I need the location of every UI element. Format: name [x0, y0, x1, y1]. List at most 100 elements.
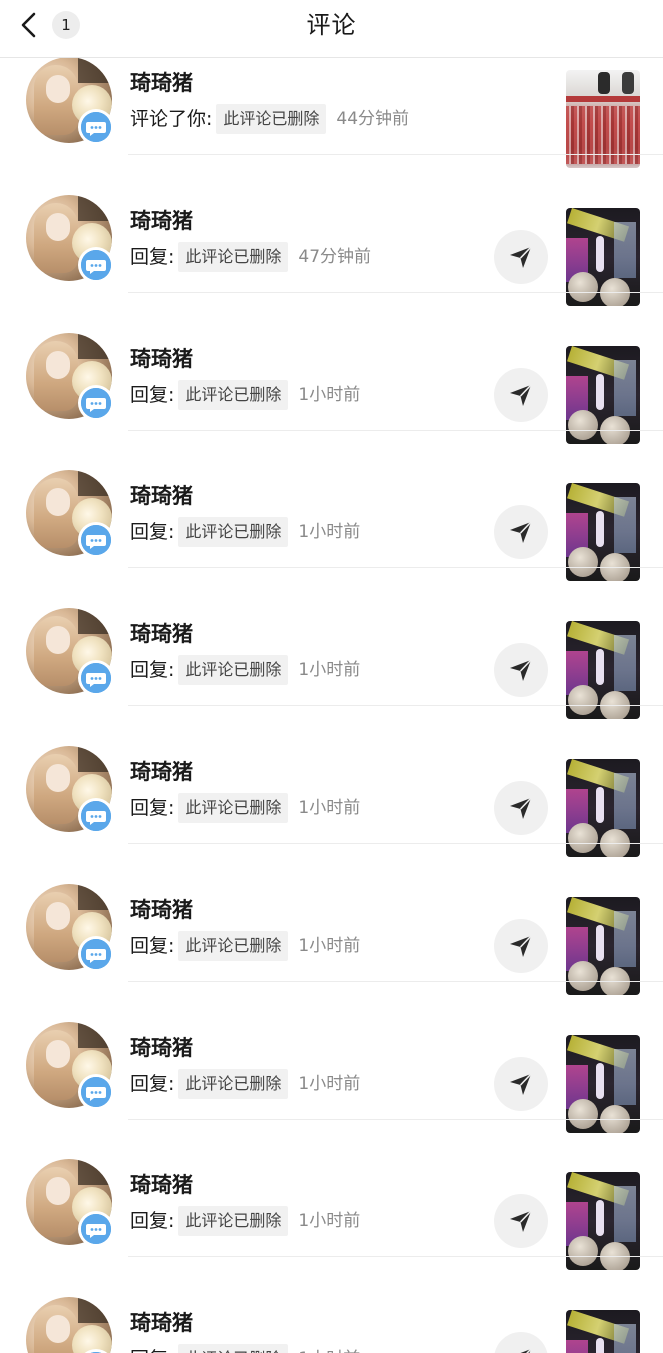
deleted-comment-tag: 此评论已删除: [178, 793, 289, 823]
timestamp: 1小时前: [298, 1073, 361, 1094]
notification-row[interactable]: 琦琦猪回复:此评论已删除 1小时前: [0, 706, 663, 857]
notification-row[interactable]: 琦琦猪回复: 此评论已删除 1小时前: [0, 1257, 663, 1353]
comment-bubble-icon: [81, 938, 111, 969]
action-prefix: 回复:: [130, 1344, 174, 1353]
share-button[interactable]: [494, 918, 548, 973]
comment-bubble-icon: [81, 387, 111, 418]
deleted-comment-tag: 此评论已删除: [178, 1344, 289, 1353]
action-prefix: 回复:: [130, 659, 175, 682]
comment-badge: [78, 109, 114, 145]
top-bar: 1 评论: [0, 0, 663, 58]
share-button[interactable]: [494, 643, 548, 698]
action-prefix: 回复:: [130, 1072, 175, 1095]
timestamp: 1小时前: [298, 935, 361, 956]
share-button[interactable]: [494, 229, 548, 284]
notification-row[interactable]: 琦琦猪回复:此评论已删除 1小时前: [0, 293, 663, 444]
comment-bubble-icon: [81, 801, 111, 831]
share-button[interactable]: [494, 367, 548, 422]
comment-line: 回复: 此评论已删除 47分钟前: [130, 241, 372, 272]
send-arrow-icon: [510, 521, 532, 544]
comment-badge: [78, 522, 114, 559]
comment-line: 回复:此评论已删除 1小时前: [130, 517, 361, 548]
comment-bubble-icon: [81, 1214, 111, 1245]
comment-bubble-icon: [81, 112, 111, 142]
user-name[interactable]: 琦琦猪: [130, 70, 193, 96]
user-name[interactable]: 琦琦猪: [130, 208, 193, 234]
timestamp: 1小时前: [298, 1344, 360, 1353]
user-name[interactable]: 琦琦猪: [130, 1172, 193, 1198]
user-name[interactable]: 琦琦猪: [130, 1035, 193, 1061]
deleted-comment-tag: 此评论已删除: [178, 1068, 289, 1099]
notification-row[interactable]: 琦琦猪回复:此评论已删除 1小时前: [0, 430, 663, 582]
notification-row[interactable]: 琦琦猪回复:此评论已删除 1小时前: [0, 568, 663, 720]
comment-badge: [78, 384, 114, 421]
comment-bubble-icon: [81, 249, 111, 280]
user-name[interactable]: 琦琦猪: [130, 621, 193, 647]
timestamp: 1小时前: [298, 522, 361, 543]
comment-line: 回复:此评论已删除 1小时前: [130, 379, 361, 410]
share-button[interactable]: [494, 1056, 548, 1111]
video-thumbnail[interactable]: [566, 1310, 640, 1353]
send-arrow-icon: [510, 246, 532, 268]
action-prefix: 回复:: [130, 521, 175, 544]
share-button[interactable]: [494, 781, 548, 835]
user-name[interactable]: 琦琦猪: [130, 759, 193, 785]
action-prefix: 回复:: [130, 383, 175, 406]
send-arrow-icon: [510, 797, 532, 819]
comment-badge: [78, 1211, 114, 1248]
send-arrow-icon: [520, 1348, 532, 1353]
comment-line: 回复:此评论已删除 1小时前: [130, 1206, 361, 1237]
notification-row[interactable]: 琦琦猪回复:此评论已删除 1小时前: [0, 1119, 663, 1271]
deleted-comment-tag: 此评论已删除: [216, 104, 327, 134]
notification-row[interactable]: 琦琦猪回复: 此评论已删除 47分钟前: [0, 155, 663, 306]
comment-bubble-icon: [81, 1076, 111, 1107]
comment-badge: [78, 798, 114, 834]
notification-row[interactable]: 琦琦猪回复:此评论已删除 1小时前: [0, 844, 663, 995]
share-button[interactable]: [494, 505, 548, 560]
page-title: 评论: [306, 11, 357, 39]
deleted-comment-tag: 此评论已删除: [178, 379, 289, 410]
deleted-comment-tag: 此评论已删除: [178, 1206, 289, 1237]
send-arrow-icon: [510, 384, 532, 406]
action-prefix: 回复:: [130, 934, 175, 957]
comment-badge: [78, 660, 114, 697]
timestamp: 1小时前: [298, 384, 361, 405]
comment-line: 回复:此评论已删除 1小时前: [130, 793, 360, 823]
send-arrow-icon: [510, 935, 532, 957]
send-arrow-icon: [510, 659, 532, 682]
comments-page: 1 评论 琦琦猪 评论了你: 此评论已删除 44分钟前 琦琦猪 回复: 此评论已删除 47分钟…: [0, 0, 663, 1353]
share-button[interactable]: [494, 1194, 548, 1249]
comment-line: 回复:此评论已删除 1小时前: [130, 1068, 361, 1099]
timestamp: 1小时前: [298, 1211, 361, 1232]
user-name[interactable]: 琦琦猪: [130, 1310, 193, 1336]
comment-bubble-icon: [81, 663, 111, 694]
comment-line: 评论了你: 此评论已删除 44分钟前: [130, 104, 409, 134]
comment-line: 回复: 此评论已删除 1小时前: [130, 1344, 360, 1353]
timestamp: 44分钟前: [336, 109, 410, 129]
timestamp: 1小时前: [298, 798, 361, 818]
send-arrow-icon: [510, 1073, 532, 1095]
send-arrow-icon: [510, 1210, 532, 1233]
notification-row[interactable]: 琦琦猪回复:此评论已删除 1小时前: [0, 982, 663, 1133]
action-prefix: 回复:: [130, 1210, 175, 1233]
avatar[interactable]: [26, 1297, 112, 1353]
share-button[interactable]: [494, 1332, 548, 1353]
timestamp: 1小时前: [298, 660, 361, 681]
user-name[interactable]: 琦琦猪: [130, 483, 193, 509]
comment-line: 回复:此评论已删除 1小时前: [130, 930, 361, 961]
user-name[interactable]: 琦琦猪: [130, 897, 193, 923]
comment-bubble-icon: [81, 525, 111, 556]
action-prefix: 回复:: [130, 797, 175, 819]
comment-badge: [78, 935, 114, 972]
comment-badge: [78, 246, 114, 283]
deleted-comment-tag: 此评论已删除: [178, 241, 289, 272]
action-prefix: 回复:: [130, 245, 175, 268]
deleted-comment-tag: 此评论已删除: [178, 930, 289, 961]
comment-line: 回复:此评论已删除 1小时前: [130, 655, 361, 686]
deleted-comment-tag: 此评论已删除: [178, 655, 289, 686]
user-name[interactable]: 琦琦猪: [130, 346, 193, 372]
deleted-comment-tag: 此评论已删除: [178, 517, 289, 548]
comment-badge: [78, 1073, 114, 1110]
action-prefix: 评论了你:: [130, 108, 213, 130]
timestamp: 47分钟前: [298, 246, 372, 267]
